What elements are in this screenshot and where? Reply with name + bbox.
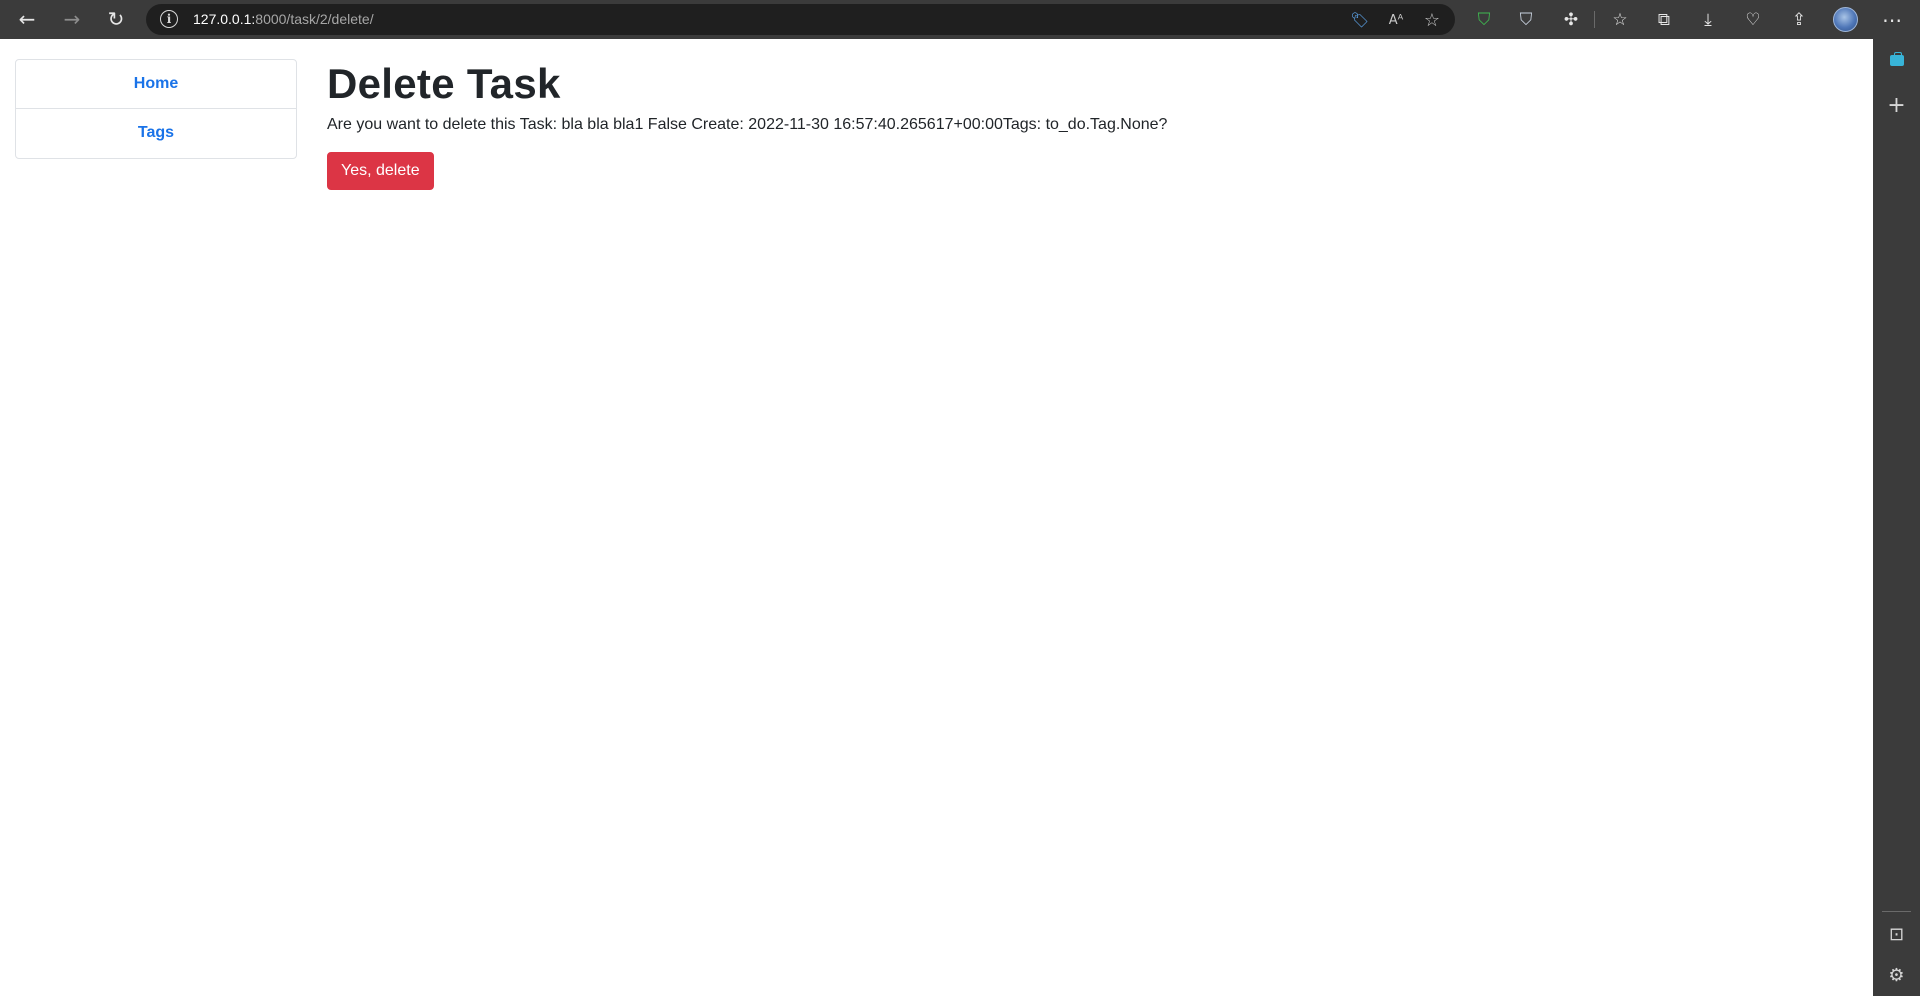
site-info-icon[interactable]: i	[160, 10, 178, 28]
sidebar-item-tags[interactable]: Tags	[16, 109, 296, 158]
address-bar[interactable]: i 127.0.0.1:8000/task/2/delete/ 🏷 Aᴬ ☆	[146, 4, 1455, 35]
tools-briefcase-icon[interactable]	[1890, 52, 1904, 66]
forward-icon[interactable]: →	[56, 4, 88, 34]
main-content: Delete Task Are you want to delete this …	[327, 59, 1167, 190]
profile-avatar[interactable]	[1833, 7, 1858, 32]
shield-gray-icon[interactable]: ⛉	[1512, 6, 1540, 34]
sidebar-nav: Home Tags	[15, 59, 297, 159]
add-panel-icon[interactable]: +	[1883, 92, 1910, 119]
sidebar-item-home[interactable]: Home	[16, 60, 296, 109]
panel-layout-icon[interactable]: ⊡	[1883, 921, 1910, 948]
settings-gear-icon[interactable]: ⚙	[1883, 962, 1910, 989]
performance-icon[interactable]: ♡	[1739, 6, 1767, 34]
more-icon[interactable]: ⋯	[1878, 6, 1906, 34]
back-icon[interactable]: ←	[11, 4, 43, 34]
refresh-icon[interactable]: ↻	[100, 4, 132, 34]
extensions-icon[interactable]: ✣	[1557, 6, 1585, 34]
favorites-icon[interactable]: ☆	[1606, 6, 1634, 34]
add-favorite-icon[interactable]: ☆	[1421, 9, 1443, 31]
price-tag-icon[interactable]: 🏷	[1349, 9, 1371, 31]
delete-confirmation-message: Are you want to delete this Task: bla bl…	[327, 116, 1168, 133]
page-title: Delete Task	[327, 60, 561, 107]
downloads-icon[interactable]: ⤓	[1694, 6, 1722, 34]
confirm-delete-button[interactable]: Yes, delete	[327, 152, 434, 190]
page-content: Home Tags Delete Task Are you want to de…	[0, 39, 1873, 996]
share-icon[interactable]: ⇪	[1785, 6, 1813, 34]
collections-icon[interactable]: ⧉	[1650, 6, 1678, 34]
browser-toolbar: ← → ↻ i 127.0.0.1:8000/task/2/delete/ 🏷 …	[0, 0, 1920, 39]
url-path: 8000/task/2/delete/	[255, 11, 374, 27]
shield-green-icon[interactable]: ⛉	[1470, 6, 1498, 34]
url-host: 127.0.0.1:	[193, 11, 256, 27]
read-aloud-icon[interactable]: Aᴬ	[1385, 9, 1407, 31]
browser-side-panel: + ⊡ ⚙	[1873, 39, 1920, 996]
url-text[interactable]: 127.0.0.1:8000/task/2/delete/	[193, 11, 374, 27]
toolbar-separator	[1594, 11, 1595, 28]
side-panel-divider	[1882, 911, 1911, 912]
